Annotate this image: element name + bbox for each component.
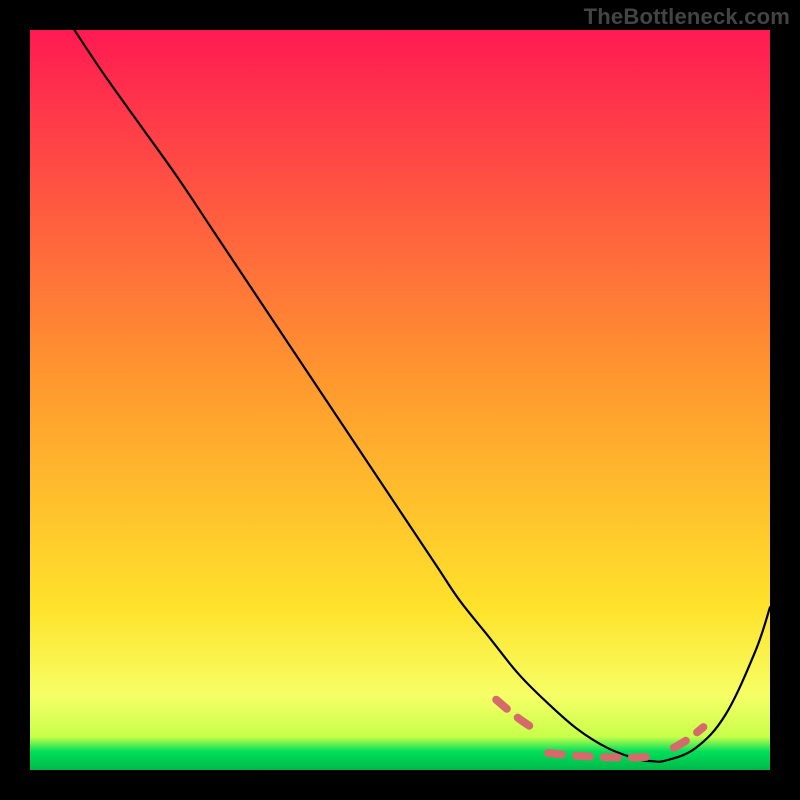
watermark-text: TheBottleneck.com (584, 4, 790, 30)
chart-frame: TheBottleneck.com (0, 0, 800, 800)
series-dash-bottom (548, 753, 659, 758)
plot-svg (30, 30, 770, 770)
plot-area (30, 30, 770, 770)
gradient-background (30, 30, 770, 770)
